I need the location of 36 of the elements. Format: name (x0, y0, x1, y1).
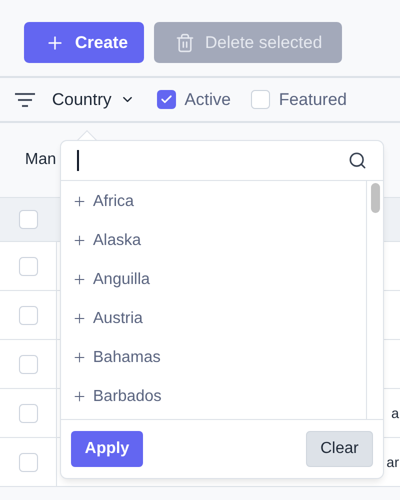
create-button[interactable]: Create (24, 22, 144, 63)
checkbox-label: Active (184, 88, 231, 111)
option-item[interactable]: Bahamas (61, 338, 366, 377)
apply-button[interactable]: Apply (71, 431, 143, 467)
plus-icon (72, 272, 87, 287)
clear-button[interactable]: Clear (306, 431, 373, 467)
checkbox[interactable] (156, 90, 176, 109)
option-item[interactable]: Barbados (61, 377, 366, 416)
trash-icon (175, 32, 195, 52)
check-icon (160, 93, 173, 106)
checkbox[interactable] (19, 404, 38, 422)
plus-icon (72, 350, 87, 365)
checkbox[interactable] (250, 90, 270, 109)
plus-icon (72, 389, 87, 404)
plus-icon (72, 233, 87, 248)
plus-icon (72, 194, 87, 209)
option-item[interactable]: Africa (61, 182, 366, 221)
scrollbar-thumb[interactable] (370, 183, 380, 213)
option-item[interactable]: Alaska (61, 221, 366, 260)
option-item[interactable]: Austria (61, 299, 366, 338)
column-header: Man (25, 150, 56, 170)
checkbox[interactable] (19, 256, 38, 276)
scrollbar[interactable] (366, 181, 383, 419)
checkbox[interactable] (19, 210, 38, 229)
plus-icon (72, 311, 87, 326)
checkbox-label: Featured (278, 88, 347, 111)
checkbox[interactable] (19, 306, 38, 324)
table-cell-text: ar (386, 452, 399, 472)
option-item[interactable]: Anguilla (61, 260, 366, 299)
checkbox[interactable] (19, 452, 38, 472)
text-cursor (77, 150, 79, 171)
table-cell-text: a (391, 404, 399, 422)
country-dropdown[interactable]: Country (52, 86, 135, 112)
checkbox[interactable] (19, 354, 38, 374)
filter-icon[interactable] (14, 92, 36, 106)
search-icon[interactable] (348, 151, 367, 170)
